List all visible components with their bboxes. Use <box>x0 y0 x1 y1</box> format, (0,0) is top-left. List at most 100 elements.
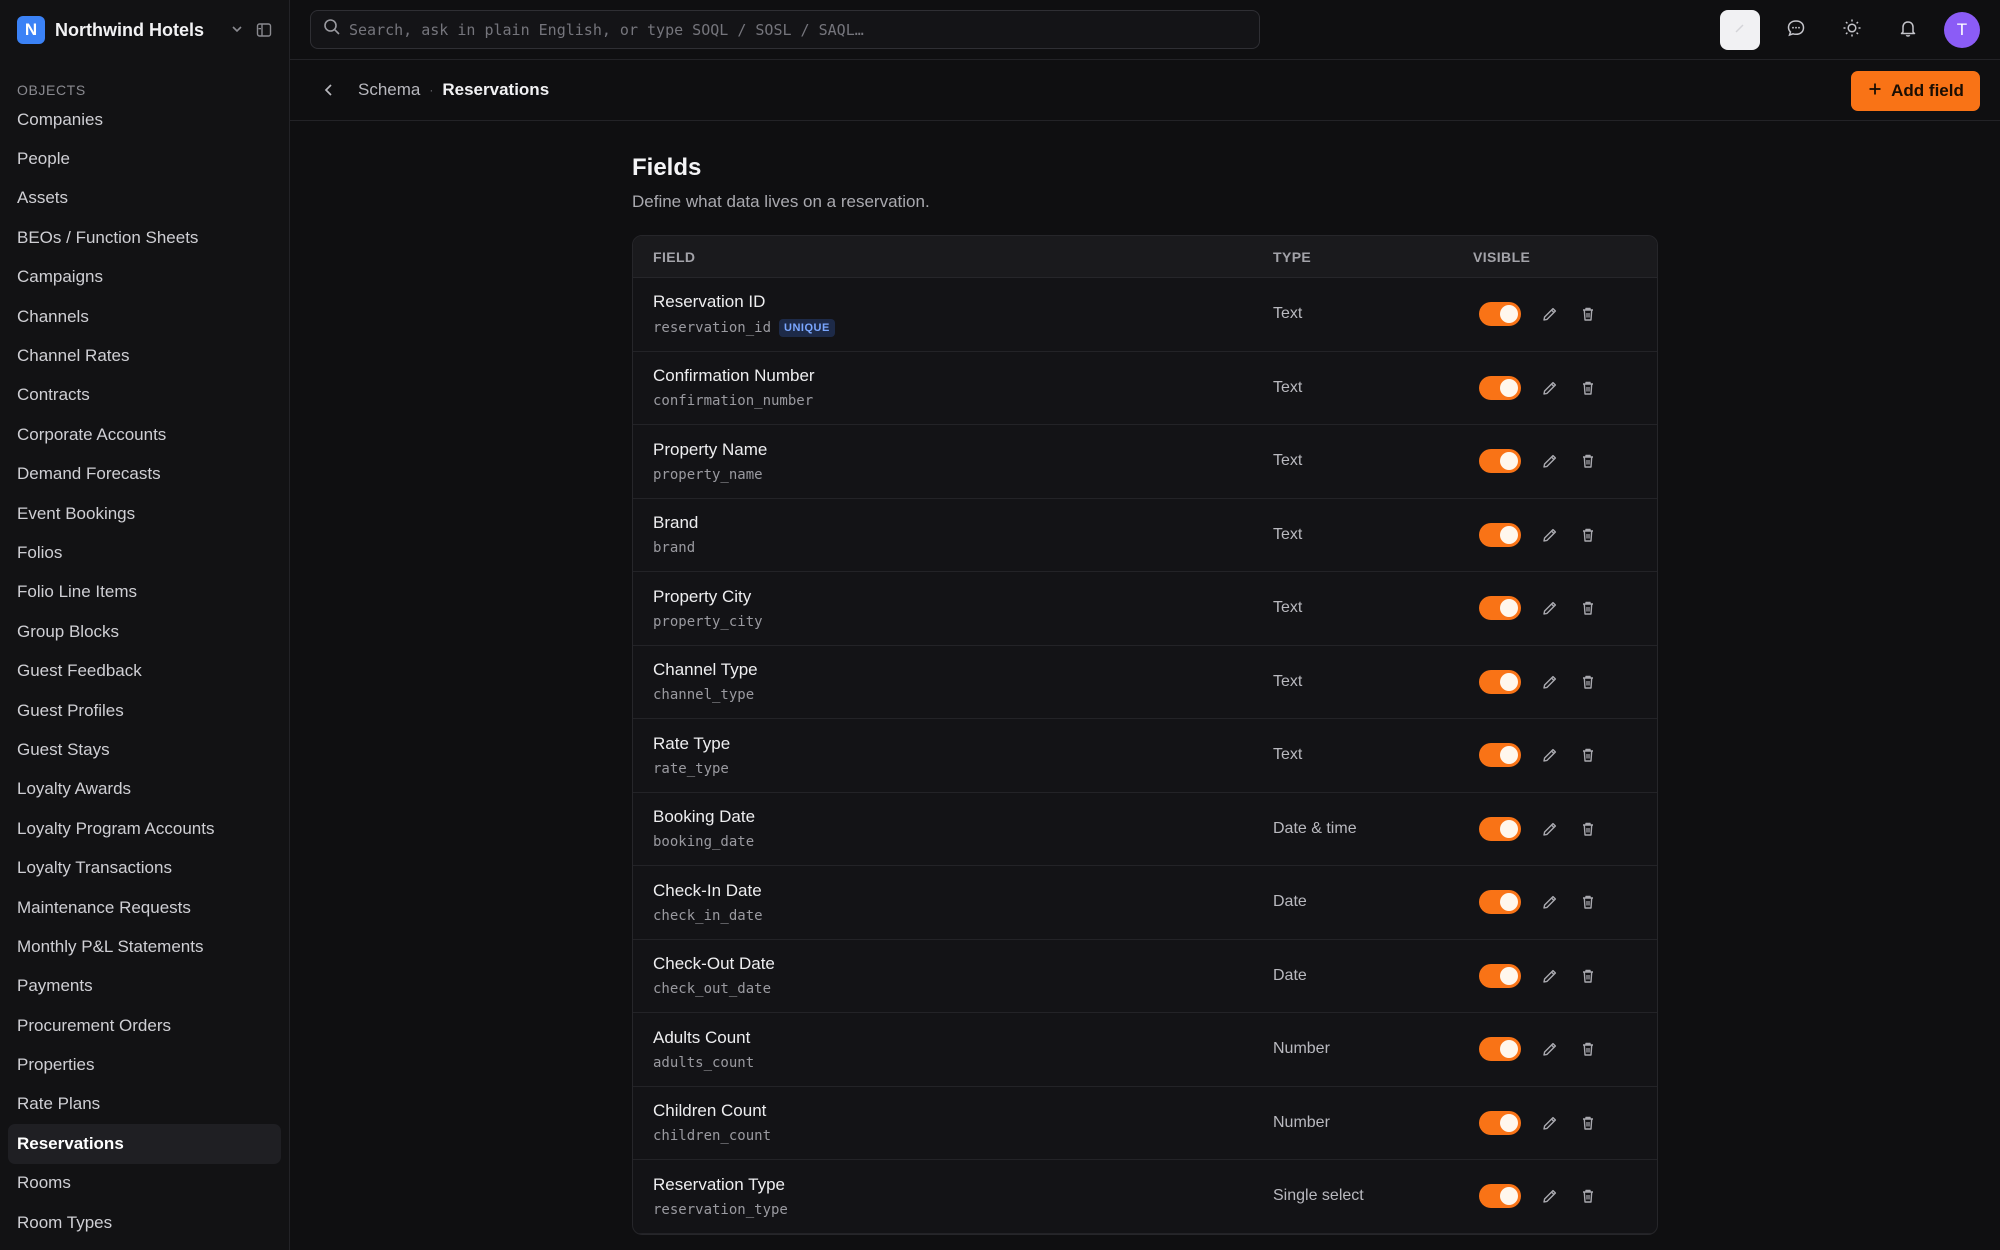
sidebar-toggle-icon[interactable] <box>256 22 272 38</box>
table-row[interactable]: Check-Out Date check_out_date Date <box>633 940 1657 1013</box>
sidebar-item-channel-rates[interactable]: Channel Rates <box>8 336 281 375</box>
search-input[interactable]: Search, ask in plain English, or type SO… <box>310 10 1260 49</box>
back-arrow-icon[interactable] <box>320 81 338 99</box>
field-type: Date & time <box>1273 819 1357 837</box>
table-row[interactable]: Adults Count adults_count Number <box>633 1013 1657 1087</box>
sidebar-item-people[interactable]: People <box>8 139 281 178</box>
visible-toggle[interactable] <box>1479 890 1521 915</box>
trash-icon[interactable] <box>1579 820 1597 838</box>
pencil-icon[interactable] <box>1541 746 1559 764</box>
toggle-knob <box>1500 746 1518 765</box>
pencil-icon[interactable] <box>1541 305 1559 323</box>
sidebar-item-corporate-accounts[interactable]: Corporate Accounts <box>8 415 281 454</box>
pencil-icon[interactable] <box>1541 1114 1559 1132</box>
sidebar-item-loyalty-transactions[interactable]: Loyalty Transactions <box>8 848 281 887</box>
visible-toggle[interactable] <box>1479 743 1521 768</box>
sidebar-item-room-types[interactable]: Room Types <box>8 1203 281 1242</box>
visible-toggle[interactable] <box>1479 1110 1521 1135</box>
visible-toggle[interactable] <box>1479 963 1521 988</box>
pencil-icon[interactable] <box>1541 673 1559 691</box>
trash-icon[interactable] <box>1579 1040 1597 1058</box>
theme-toggle-button[interactable] <box>1832 10 1872 50</box>
table-row[interactable]: Rate Type rate_type Text <box>633 719 1657 793</box>
table-row[interactable]: Children Count children_count Number <box>633 1087 1657 1160</box>
sidebar-item-loyalty-program-accounts[interactable]: Loyalty Program Accounts <box>8 809 281 848</box>
sidebar-item-event-bookings[interactable]: Event Bookings <box>8 494 281 533</box>
sidebar-item-folio-line-items[interactable]: Folio Line Items <box>8 573 281 612</box>
pencil-icon[interactable] <box>1541 820 1559 838</box>
field-cell: Channel Type channel_type <box>633 660 1273 703</box>
table-row[interactable]: Confirmation Number confirmation_number Te… <box>633 352 1657 425</box>
table-row[interactable]: Brand brand Text <box>633 499 1657 572</box>
trash-icon[interactable] <box>1579 452 1597 470</box>
visible-toggle[interactable] <box>1479 449 1521 474</box>
trash-icon[interactable] <box>1579 1114 1597 1132</box>
table-row[interactable]: Reservation ID reservation_id UNIQUE Text <box>633 278 1657 352</box>
pencil-icon[interactable] <box>1541 526 1559 544</box>
workspace-switcher[interactable]: N Northwind Hotels <box>0 0 289 60</box>
visible-toggle[interactable] <box>1479 302 1521 327</box>
user-avatar[interactable]: T <box>1944 12 1980 48</box>
sidebar-item-companies[interactable]: Companies <box>8 100 281 139</box>
visible-cell <box>1473 1110 1603 1135</box>
chat-button[interactable] <box>1776 10 1816 50</box>
header-type: TYPE <box>1273 248 1312 265</box>
search-icon <box>323 18 341 41</box>
table-row[interactable]: Check-In Date check_in_date Date <box>633 866 1657 940</box>
visible-toggle[interactable] <box>1479 1037 1521 1062</box>
visible-toggle[interactable] <box>1479 522 1521 547</box>
sidebar-item-guest-stays[interactable]: Guest Stays <box>8 730 281 769</box>
add-field-button[interactable]: Add field <box>1851 71 1980 111</box>
visible-toggle[interactable] <box>1479 669 1521 694</box>
sidebar-item-payments[interactable]: Payments <box>8 967 281 1006</box>
notifications-button[interactable] <box>1888 10 1928 50</box>
sidebar-item-reservations[interactable]: Reservations <box>8 1124 281 1164</box>
table-row[interactable]: Property City property_city Text <box>633 572 1657 646</box>
pencil-icon[interactable] <box>1541 1040 1559 1058</box>
pencil-icon[interactable] <box>1541 379 1559 397</box>
chevron-down-icon[interactable] <box>230 22 244 39</box>
sidebar-item-demand-forecasts[interactable]: Demand Forecasts <box>8 455 281 494</box>
trash-icon[interactable] <box>1579 526 1597 544</box>
table-row[interactable]: Channel Type channel_type Text <box>633 646 1657 719</box>
sidebar-item-maintenance-requests[interactable]: Maintenance Requests <box>8 888 281 927</box>
visible-toggle[interactable] <box>1479 816 1521 841</box>
sidebar-item-folios[interactable]: Folios <box>8 533 281 572</box>
breadcrumb-schema-link[interactable]: Schema <box>358 80 420 100</box>
trash-icon[interactable] <box>1579 967 1597 985</box>
bell-icon <box>1898 18 1918 43</box>
sidebar-item-channels[interactable]: Channels <box>8 297 281 336</box>
trash-icon[interactable] <box>1579 746 1597 764</box>
sidebar-item-contracts[interactable]: Contracts <box>8 376 281 415</box>
sidebar-item-procurement-orders[interactable]: Procurement Orders <box>8 1006 281 1045</box>
trash-icon[interactable] <box>1579 305 1597 323</box>
sidebar-item-assets[interactable]: Assets <box>8 179 281 218</box>
pencil-icon[interactable] <box>1541 599 1559 617</box>
sidebar-item-rate-plans[interactable]: Rate Plans <box>8 1085 281 1124</box>
sidebar-item-monthly-p-l-statements[interactable]: Monthly P&L Statements <box>8 927 281 966</box>
pencil-icon[interactable] <box>1541 1187 1559 1205</box>
trash-icon[interactable] <box>1579 1187 1597 1205</box>
sidebar-item-beos-function-sheets[interactable]: BEOs / Function Sheets <box>8 218 281 257</box>
table-row[interactable]: Booking Date booking_date Date & time <box>633 793 1657 866</box>
sidebar-item-campaigns[interactable]: Campaigns <box>8 258 281 297</box>
trash-icon[interactable] <box>1579 893 1597 911</box>
table-row[interactable]: Reservation Type reservation_type Single s… <box>633 1160 1657 1234</box>
trash-icon[interactable] <box>1579 599 1597 617</box>
sidebar-item-guest-profiles[interactable]: Guest Profiles <box>8 691 281 730</box>
sidebar-item-group-blocks[interactable]: Group Blocks <box>8 612 281 651</box>
pencil-icon[interactable] <box>1541 452 1559 470</box>
trash-icon[interactable] <box>1579 379 1597 397</box>
visible-toggle[interactable] <box>1479 375 1521 400</box>
sidebar-item-rooms[interactable]: Rooms <box>8 1164 281 1203</box>
sidebar-item-loyalty-awards[interactable]: Loyalty Awards <box>8 770 281 809</box>
trash-icon[interactable] <box>1579 673 1597 691</box>
sidebar-item-properties[interactable]: Properties <box>8 1045 281 1084</box>
visible-toggle[interactable] <box>1479 596 1521 621</box>
visible-toggle[interactable] <box>1479 1184 1521 1209</box>
sidebar-item-guest-feedback[interactable]: Guest Feedback <box>8 651 281 690</box>
pencil-icon[interactable] <box>1541 893 1559 911</box>
theme-swatch-button[interactable] <box>1720 10 1760 50</box>
table-row[interactable]: Property Name property_name Text <box>633 425 1657 499</box>
pencil-icon[interactable] <box>1541 967 1559 985</box>
